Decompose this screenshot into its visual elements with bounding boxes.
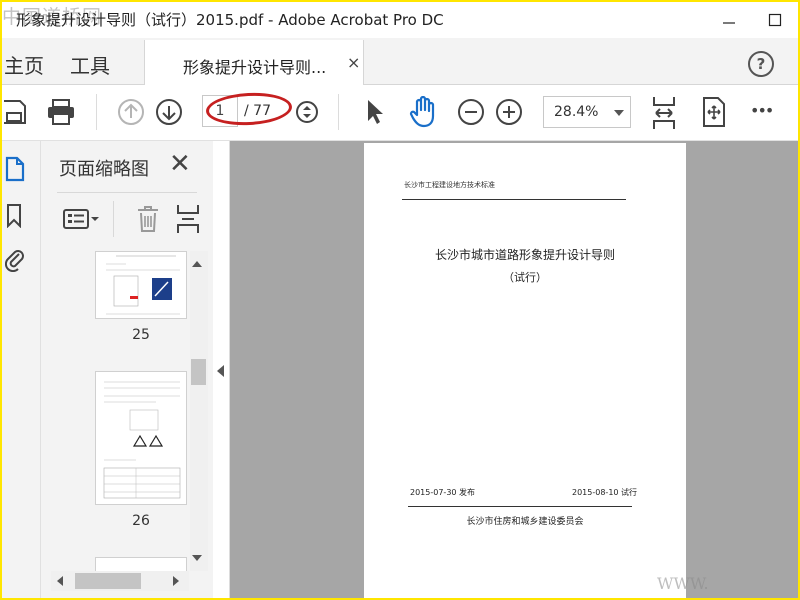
navigation-strip <box>2 141 41 598</box>
window-title: 形象提升设计导则（试行）2015.pdf - Adobe Acrobat Pro… <box>16 11 444 29</box>
thumbnail-options-button[interactable] <box>61 205 101 233</box>
minimize-button[interactable] <box>706 2 752 38</box>
print-button[interactable] <box>44 95 78 129</box>
delete-page-button[interactable] <box>135 204 161 234</box>
document-page: 长沙市工程建设地方技术标准 长沙市城市道路形象提升设计导则 （试行） 2015-… <box>364 143 686 598</box>
thumbnail-26-content <box>103 381 181 499</box>
fit-width-icon <box>653 97 675 129</box>
chevron-down-icon <box>614 110 624 116</box>
up-down-circle-icon <box>296 101 318 123</box>
page-thumbnail[interactable] <box>95 371 187 505</box>
thumbnail-25-content <box>106 255 180 315</box>
page-navigation-button[interactable] <box>294 99 320 125</box>
collapse-panel-icon[interactable] <box>217 365 224 377</box>
doc-implement-date: 2015-08-10 试行 <box>572 488 638 497</box>
close-panel-icon[interactable]: ✕ <box>169 151 191 177</box>
panel-divider <box>57 192 197 193</box>
title-bar: 中国道桥网 形象提升设计导则（试行）2015.pdf - Adobe Acrob… <box>2 2 798 38</box>
scroll-down-icon[interactable] <box>192 555 202 561</box>
page-thumbnail[interactable] <box>95 557 187 571</box>
arrow-up-circle-icon <box>118 99 144 125</box>
doc-title: 长沙市城市道路形象提升设计导则 <box>434 248 615 262</box>
previous-page-button[interactable] <box>116 97 146 127</box>
tab-document[interactable]: 形象提升设计导则... × <box>144 40 364 85</box>
doc-issue-date: 2015-07-30 发布 <box>410 488 476 497</box>
page-insert-icon <box>177 205 199 233</box>
doc-header-rule <box>402 199 626 200</box>
doc-footer-rule <box>408 506 632 507</box>
panel-tool-separator <box>113 201 114 237</box>
page-thumbnail[interactable] <box>95 251 187 319</box>
page-thumbnails-button[interactable] <box>4 155 26 183</box>
close-tab-icon[interactable]: × <box>347 53 360 72</box>
bookmark-icon <box>7 204 21 228</box>
doc-subtitle: （试行） <box>503 271 547 284</box>
thumbnail-vertical-scrollbar[interactable] <box>190 251 208 571</box>
panel-title: 页面缩略图 <box>59 159 149 180</box>
insert-page-button[interactable] <box>175 204 201 234</box>
options-menu-icon <box>63 209 99 229</box>
zoom-select[interactable]: 28.4% <box>543 96 631 128</box>
attachments-button[interactable] <box>4 245 26 273</box>
maximize-button[interactable] <box>752 2 798 38</box>
tab-bar <box>2 38 798 85</box>
save-icon <box>4 100 26 124</box>
panel-splitter[interactable] <box>213 141 230 598</box>
app-window: 中国道桥网 形象提升设计导则（试行）2015.pdf - Adobe Acrob… <box>2 2 798 598</box>
full-screen-button[interactable] <box>700 96 728 128</box>
expand-icon <box>703 97 725 127</box>
save-button[interactable] <box>2 95 28 129</box>
zoom-in-button[interactable] <box>494 97 524 127</box>
trash-icon <box>138 206 158 232</box>
pages-icon <box>5 156 25 182</box>
help-icon[interactable]: ? <box>748 51 774 77</box>
scroll-left-icon[interactable] <box>57 576 63 586</box>
thumbnails-panel: 页面缩略图 ✕ 25 26 <box>41 141 213 598</box>
minimize-icon <box>723 22 735 24</box>
scroll-right-icon[interactable] <box>173 576 179 586</box>
zoom-value: 28.4% <box>554 104 599 120</box>
more-tools-icon[interactable]: ••• <box>750 101 774 120</box>
document-tab-label: 形象提升设计导则... <box>183 58 327 77</box>
next-page-button[interactable] <box>154 97 184 127</box>
paperclip-icon <box>5 250 24 272</box>
tab-home[interactable]: 主页 <box>4 50 44 79</box>
watermark-bottom: WWW. <box>657 574 709 593</box>
vertical-scroll-thumb[interactable] <box>191 359 206 385</box>
document-view: 长沙市工程建设地方技术标准 长沙市城市道路形象提升设计导则 （试行） 2015-… <box>230 141 798 598</box>
print-icon <box>48 99 74 125</box>
doc-header: 长沙市工程建设地方技术标准 <box>404 181 495 189</box>
toolbar-separator <box>96 94 97 130</box>
cursor-arrow-icon <box>368 100 383 124</box>
thumbnail-page-number: 26 <box>132 513 150 529</box>
bookmarks-button[interactable] <box>4 203 24 229</box>
thumbnail-page-number: 25 <box>132 327 150 343</box>
minus-circle-icon <box>458 99 484 125</box>
horizontal-scroll-thumb[interactable] <box>75 573 141 589</box>
tab-tools[interactable]: 工具 <box>70 50 110 79</box>
hand-tool-button[interactable] <box>406 95 440 129</box>
zoom-out-button[interactable] <box>456 97 486 127</box>
arrow-down-circle-icon <box>156 99 182 125</box>
toolbar-separator <box>338 94 339 130</box>
maximize-icon <box>768 13 782 27</box>
scroll-up-icon[interactable] <box>192 261 202 267</box>
thumbnail-list: 25 26 <box>41 251 213 571</box>
select-tool-button[interactable] <box>362 96 388 128</box>
fit-page-button[interactable] <box>650 95 678 131</box>
plus-circle-icon <box>496 99 522 125</box>
hand-icon <box>409 96 435 128</box>
doc-issuer: 长沙市住房和城乡建设委员会 <box>466 517 584 527</box>
